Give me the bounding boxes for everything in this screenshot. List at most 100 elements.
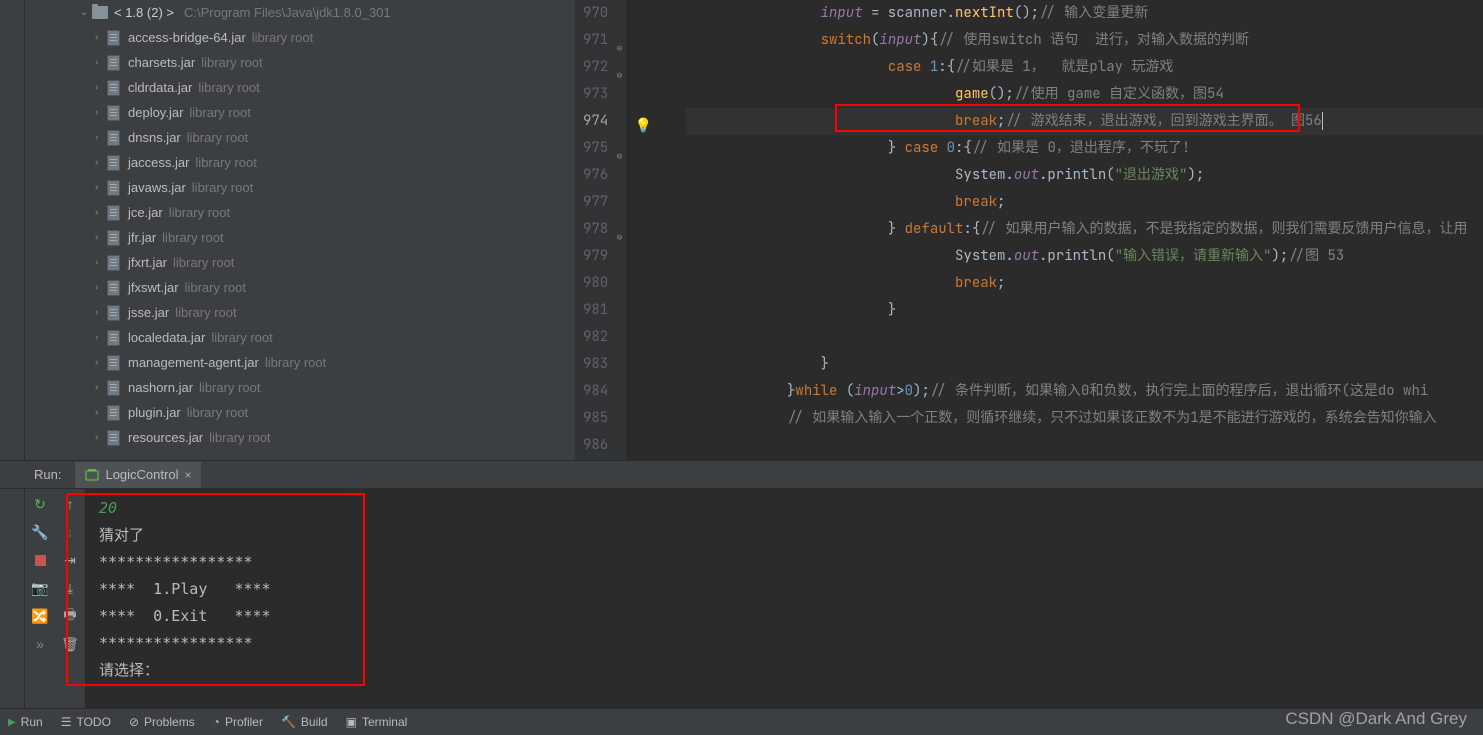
code-line[interactable]: // 如果输入输入一个正数，则循环继续，只不过如果该正数不为1是不能进行游戏的，… (686, 405, 1483, 432)
trash-icon[interactable]: 🗑 (61, 635, 79, 653)
code-line[interactable]: System.out.println("输入错误，请重新输入");//图 53 (686, 243, 1483, 270)
chevron-right-icon[interactable]: › (95, 407, 107, 418)
gutter-line[interactable]: 983 (583, 351, 608, 378)
chevron-right-icon[interactable]: › (95, 432, 107, 443)
chevron-right-icon[interactable]: › (95, 257, 107, 268)
chevron-right-icon[interactable]: › (95, 307, 107, 318)
code-line[interactable]: } case 0:{// 如果是 0，退出程序，不玩了! (686, 135, 1483, 162)
jar-item[interactable]: ›javaws.jarlibrary root (25, 175, 575, 200)
code-line[interactable]: }while (input>0);// 条件判断，如果输入0和负数，执行完上面的… (686, 378, 1483, 405)
sb-profiler[interactable]: ◔Profiler (213, 715, 263, 729)
jar-item[interactable]: ›jce.jarlibrary root (25, 200, 575, 225)
code-line[interactable]: System.out.println("退出游戏"); (686, 162, 1483, 189)
expand-icon[interactable]: » (31, 635, 49, 653)
chevron-right-icon[interactable]: › (95, 182, 107, 193)
jar-item[interactable]: ›jsse.jarlibrary root (25, 300, 575, 325)
jar-item[interactable]: ›management-agent.jarlibrary root (25, 350, 575, 375)
jar-item[interactable]: ›jaccess.jarlibrary root (25, 150, 575, 175)
gutter-line[interactable]: 981 (583, 297, 608, 324)
chevron-right-icon[interactable]: › (95, 357, 107, 368)
stop-icon[interactable] (31, 551, 49, 569)
code-line[interactable]: game();//使用 game 自定义函数，图54 (686, 81, 1483, 108)
chevron-right-icon[interactable]: › (95, 132, 107, 143)
gutter-line[interactable]: 974💡 (583, 108, 608, 135)
code-line[interactable]: break; (686, 270, 1483, 297)
code-line[interactable]: input = scanner.nextInt();// 输入变量更新 (686, 0, 1483, 27)
print-icon[interactable]: 🖶 (61, 607, 79, 625)
code-line[interactable]: switch(input){// 使用switch 语句 进行，对输入数据的判断 (686, 27, 1483, 54)
gutter-line[interactable]: 984 (583, 378, 608, 405)
jar-item[interactable]: ›deploy.jarlibrary root (25, 100, 575, 125)
jar-item[interactable]: ›nashorn.jarlibrary root (25, 375, 575, 400)
gutter-line[interactable]: 972⊖ (583, 54, 608, 81)
up-arrow-icon[interactable]: ↑ (61, 495, 79, 513)
chevron-right-icon[interactable]: › (95, 382, 107, 393)
chevron-right-icon[interactable]: › (95, 232, 107, 243)
project-tree[interactable]: ⌄ < 1.8 (2) > C:\Program Files\Java\jdk1… (25, 0, 575, 460)
sb-todo[interactable]: ☰TODO (61, 715, 111, 729)
jar-item[interactable]: ›jfxswt.jarlibrary root (25, 275, 575, 300)
rerun-icon[interactable]: ↻ (31, 495, 49, 513)
settings-icon[interactable]: 🔧 (31, 523, 49, 541)
jar-item[interactable]: ›access-bridge-64.jarlibrary root (25, 25, 575, 50)
gutter-line[interactable]: 980 (583, 270, 608, 297)
chevron-right-icon[interactable]: › (95, 57, 107, 68)
chevron-right-icon[interactable]: › (95, 157, 107, 168)
console-output[interactable]: 20 猜对了 ***************** **** 1.Play ***… (85, 489, 1483, 708)
camera-icon[interactable]: 📷 (31, 579, 49, 597)
code-line[interactable]: break;// 游戏结束，退出游戏，回到游戏主界面。 图56 (686, 108, 1483, 135)
sb-problems[interactable]: ⊘Problems (129, 715, 195, 729)
code-line[interactable]: case 1:{//如果是 1， 就是play 玩游戏 (686, 54, 1483, 81)
gutter-line[interactable]: 975⊖ (583, 135, 608, 162)
scroll-icon[interactable]: ⤓ (61, 579, 79, 597)
jar-item[interactable]: ›localedata.jarlibrary root (25, 325, 575, 350)
gutter-line[interactable]: 973 (583, 81, 608, 108)
chevron-right-icon[interactable]: › (95, 332, 107, 343)
editor-gutter[interactable]: 970971⊖972⊖973974💡975⊖976977978⊖97998098… (575, 0, 626, 460)
chevron-down-icon[interactable]: ⌄ (80, 7, 92, 18)
tree-library-header[interactable]: ⌄ < 1.8 (2) > C:\Program Files\Java\jdk1… (25, 0, 575, 25)
run-config-tab[interactable]: LogicControl × (75, 462, 201, 488)
jar-item[interactable]: ›cldrdata.jarlibrary root (25, 75, 575, 100)
code-line[interactable] (686, 324, 1483, 351)
gutter-line[interactable]: 970 (583, 0, 608, 27)
code-line[interactable]: } (686, 297, 1483, 324)
code-line[interactable]: } default:{// 如果用户输入的数据，不是我指定的数据，则我们需要反馈… (686, 216, 1483, 243)
fold-icon[interactable]: ⊖ (612, 143, 622, 153)
fold-icon[interactable]: ⊖ (612, 224, 622, 234)
gutter-line[interactable]: 978⊖ (583, 216, 608, 243)
gutter-line[interactable]: 985 (583, 405, 608, 432)
gutter-line[interactable]: 986 (583, 432, 608, 459)
trace-icon[interactable]: 🔀 (31, 607, 49, 625)
jar-item[interactable]: ›plugin.jarlibrary root (25, 400, 575, 425)
jar-item[interactable]: ›jfr.jarlibrary root (25, 225, 575, 250)
editor-code-area[interactable]: input = scanner.nextInt();// 输入变量更新 swit… (626, 0, 1483, 460)
gutter-line[interactable]: 982 (583, 324, 608, 351)
jar-item[interactable]: ›dnsns.jarlibrary root (25, 125, 575, 150)
code-line[interactable]: break; (686, 189, 1483, 216)
bulb-icon[interactable]: 💡 (635, 113, 652, 140)
chevron-right-icon[interactable]: › (95, 282, 107, 293)
gutter-line[interactable]: 977 (583, 189, 608, 216)
chevron-right-icon[interactable]: › (95, 207, 107, 218)
chevron-right-icon[interactable]: › (95, 32, 107, 43)
chevron-right-icon[interactable]: › (95, 82, 107, 93)
jar-item[interactable]: ›jfxrt.jarlibrary root (25, 250, 575, 275)
fold-icon[interactable]: ⊖ (612, 62, 622, 72)
gutter-line[interactable]: 976 (583, 162, 608, 189)
gutter-line[interactable]: 971⊖ (583, 27, 608, 54)
code-editor[interactable]: 970971⊖972⊖973974💡975⊖976977978⊖97998098… (575, 0, 1483, 460)
sb-build[interactable]: 🔨Build (281, 715, 328, 729)
down-arrow-icon[interactable]: ↓ (61, 523, 79, 541)
close-icon[interactable]: × (184, 468, 191, 482)
sb-run[interactable]: ▶Run (8, 715, 43, 729)
code-line[interactable] (686, 432, 1483, 459)
sb-terminal[interactable]: ▣Terminal (346, 715, 408, 729)
fold-icon[interactable]: ⊖ (612, 35, 622, 45)
gutter-line[interactable]: 979 (583, 243, 608, 270)
jar-item[interactable]: ›charsets.jarlibrary root (25, 50, 575, 75)
jar-item[interactable]: ›resources.jarlibrary root (25, 425, 575, 450)
code-line[interactable]: } (686, 351, 1483, 378)
chevron-right-icon[interactable]: › (95, 107, 107, 118)
wrap-icon[interactable]: ⇥ (61, 551, 79, 569)
